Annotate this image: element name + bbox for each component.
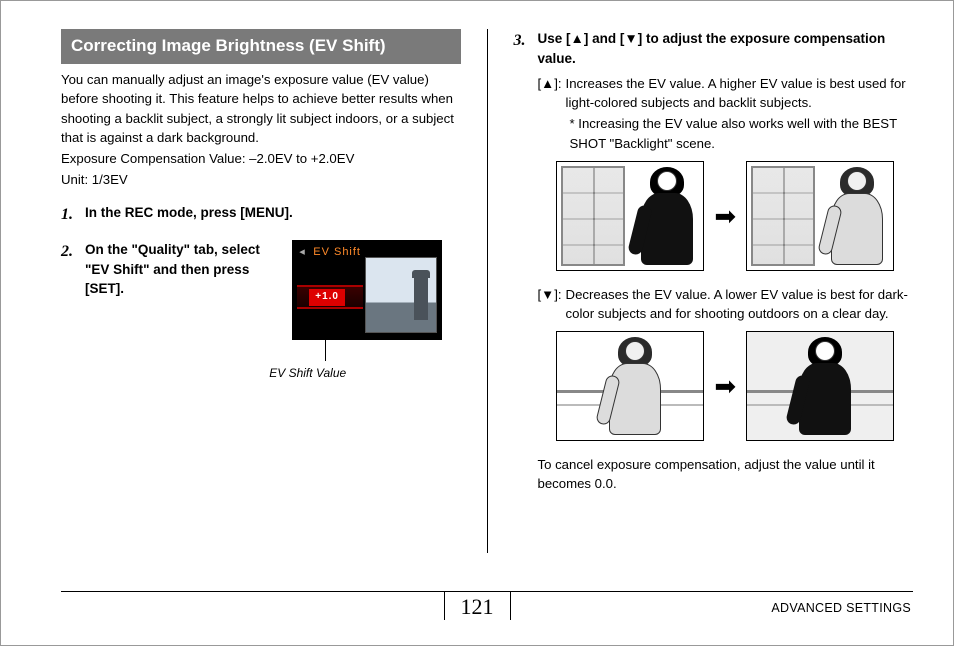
step-title: On the "Quality" tab, select "EV Shift" …: [85, 242, 260, 296]
page-content: Correcting Image Brightness (EV Shift) Y…: [1, 1, 953, 563]
illus-backlit-after: [746, 161, 894, 271]
page-footer: 121 ADVANCED SETTINGS: [1, 591, 953, 623]
spec-range: Exposure Compensation Value: –2.0EV to +…: [61, 149, 461, 168]
footer-section-label: ADVANCED SETTINGS: [771, 601, 911, 615]
arrow-right-icon: ➡: [714, 203, 736, 229]
step-3: 3. Use [▲] and [▼] to adjust the exposur…: [514, 29, 914, 493]
up-description: Increases the EV value. A higher EV valu…: [566, 74, 913, 112]
screenshot-title: EV Shift: [313, 245, 361, 261]
left-column: Correcting Image Brightness (EV Shift) Y…: [61, 29, 461, 553]
section-heading: Correcting Image Brightness (EV Shift): [61, 29, 461, 64]
ev-shift-screenshot: EV Shift +1.0 EV Shift Value: [292, 240, 442, 340]
step-1: 1. In the REC mode, press [MENU].: [61, 203, 461, 226]
step-number: 2.: [61, 240, 85, 340]
down-key-label: [▼]:: [538, 285, 562, 323]
up-definition: [▲]: Increases the EV value. A higher EV…: [538, 74, 914, 112]
step-title: Use [▲] and [▼] to adjust the exposure c…: [538, 29, 914, 68]
steps-list-continued: 3. Use [▲] and [▼] to adjust the exposur…: [514, 29, 914, 493]
callout-line: [325, 311, 326, 361]
down-description: Decreases the EV value. A lower EV value…: [566, 285, 913, 323]
steps-list: 1. In the REC mode, press [MENU]. 2. On …: [61, 203, 461, 340]
up-note: * Increasing the EV value also works wel…: [538, 114, 914, 152]
illustration-row-backlit: ➡: [538, 161, 914, 271]
step-title: In the REC mode, press [MENU].: [85, 205, 293, 220]
screenshot-preview: [365, 257, 437, 333]
step-number: 3.: [514, 29, 538, 493]
ev-value-badge: +1.0: [309, 289, 345, 306]
spec-unit: Unit: 1/3EV: [61, 170, 461, 189]
right-column: 3. Use [▲] and [▼] to adjust the exposur…: [514, 29, 914, 553]
step-number: 1.: [61, 203, 85, 226]
illus-outdoor-before: [556, 331, 704, 441]
step-2: 2. On the "Quality" tab, select "EV Shif…: [61, 240, 461, 340]
arrow-right-icon: ➡: [714, 373, 736, 399]
screenshot-caption: EV Shift Value: [269, 365, 346, 382]
intro-paragraph: You can manually adjust an image's expos…: [61, 70, 461, 147]
illustration-row-outdoor: ➡: [538, 331, 914, 441]
down-definition: [▼]: Decreases the EV value. A lower EV …: [538, 285, 914, 323]
up-key-label: [▲]:: [538, 74, 562, 112]
illus-outdoor-after: [746, 331, 894, 441]
cancel-note: To cancel exposure compensation, adjust …: [538, 455, 914, 493]
illus-backlit-before: [556, 161, 704, 271]
page-number: 121: [444, 592, 511, 620]
column-divider: [487, 29, 488, 553]
